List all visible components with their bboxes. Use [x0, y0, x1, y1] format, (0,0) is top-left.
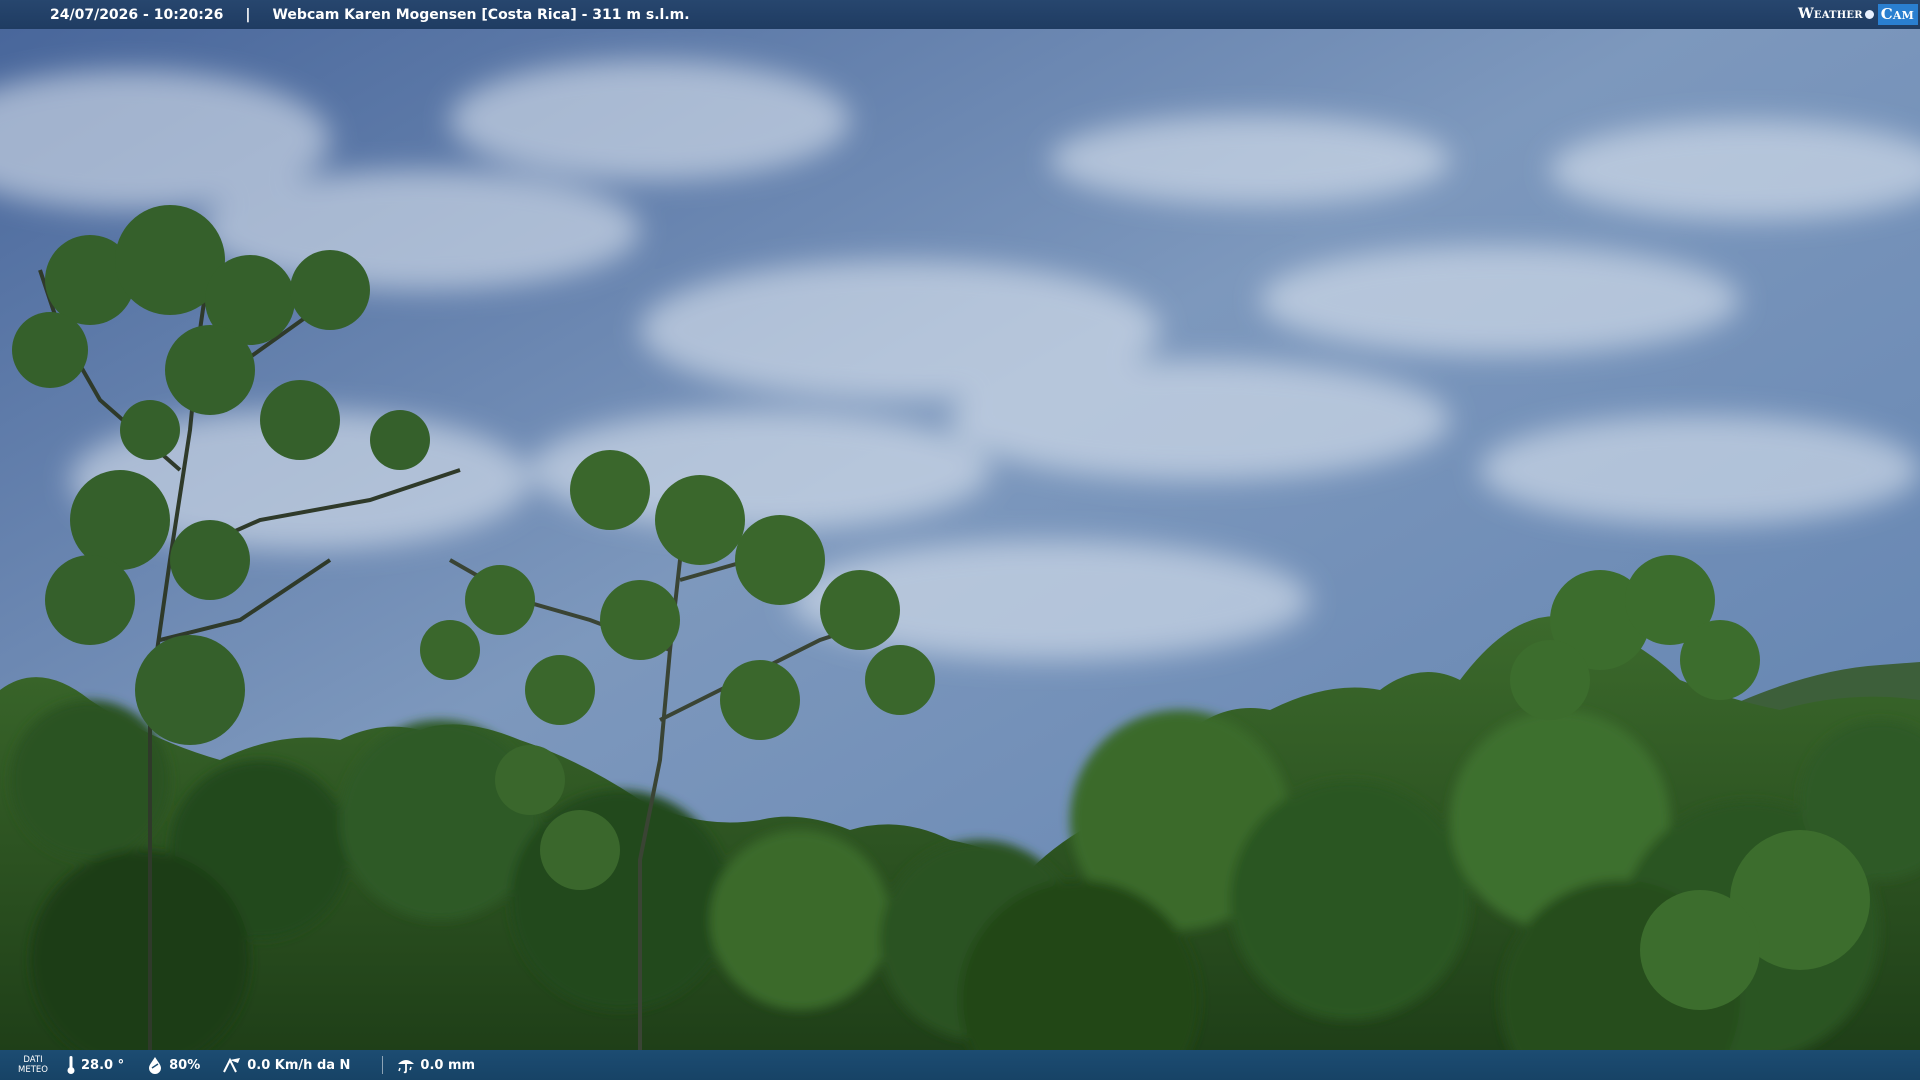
- brand-weather-text: Weather: [1797, 6, 1863, 22]
- separator: |: [245, 6, 251, 23]
- webcam-info-bar: 24/07/2026 - 10:20:26 | Webcam Karen Mog…: [0, 0, 1920, 29]
- brand-dot: [1864, 9, 1874, 19]
- webcam-title: Webcam Karen Mogensen [Costa Rica] - 311…: [272, 6, 690, 23]
- humidity-drop-icon: [149, 1057, 162, 1074]
- thermometer-icon: [67, 1056, 75, 1074]
- humidity-value: 80%: [169, 1057, 201, 1073]
- rain-value: 0.0 mm: [420, 1057, 476, 1073]
- weathercam-logo-icon: Weather Cam: [1798, 2, 1918, 26]
- rain-gauge-icon: [398, 1060, 415, 1074]
- rain-stat: 0.0 mm: [382, 1056, 475, 1074]
- humidity-stat: 80%: [146, 1056, 200, 1074]
- wind-stat: 0.0 Km/h da N: [222, 1056, 350, 1074]
- temperature-stat: 28.0 °: [66, 1055, 124, 1075]
- weather-data-bar: DATI METEO 28.0 ° 80% 0.0 Km/h da N 0.0 …: [0, 1050, 1920, 1080]
- weather-data-label-line1: DATI: [23, 1055, 43, 1065]
- wind-value: 0.0 Km/h da N: [247, 1057, 351, 1073]
- wind-icon: [223, 1057, 241, 1073]
- weather-data-label-line2: METEO: [18, 1065, 48, 1075]
- weather-data-label: DATI METEO: [0, 1055, 66, 1075]
- timestamp: 24/07/2026 - 10:20:26: [50, 6, 224, 23]
- brand-cam-text: Cam: [1877, 3, 1918, 25]
- webcam-image: [0, 0, 1920, 1080]
- temperature-value: 28.0 °: [81, 1057, 125, 1073]
